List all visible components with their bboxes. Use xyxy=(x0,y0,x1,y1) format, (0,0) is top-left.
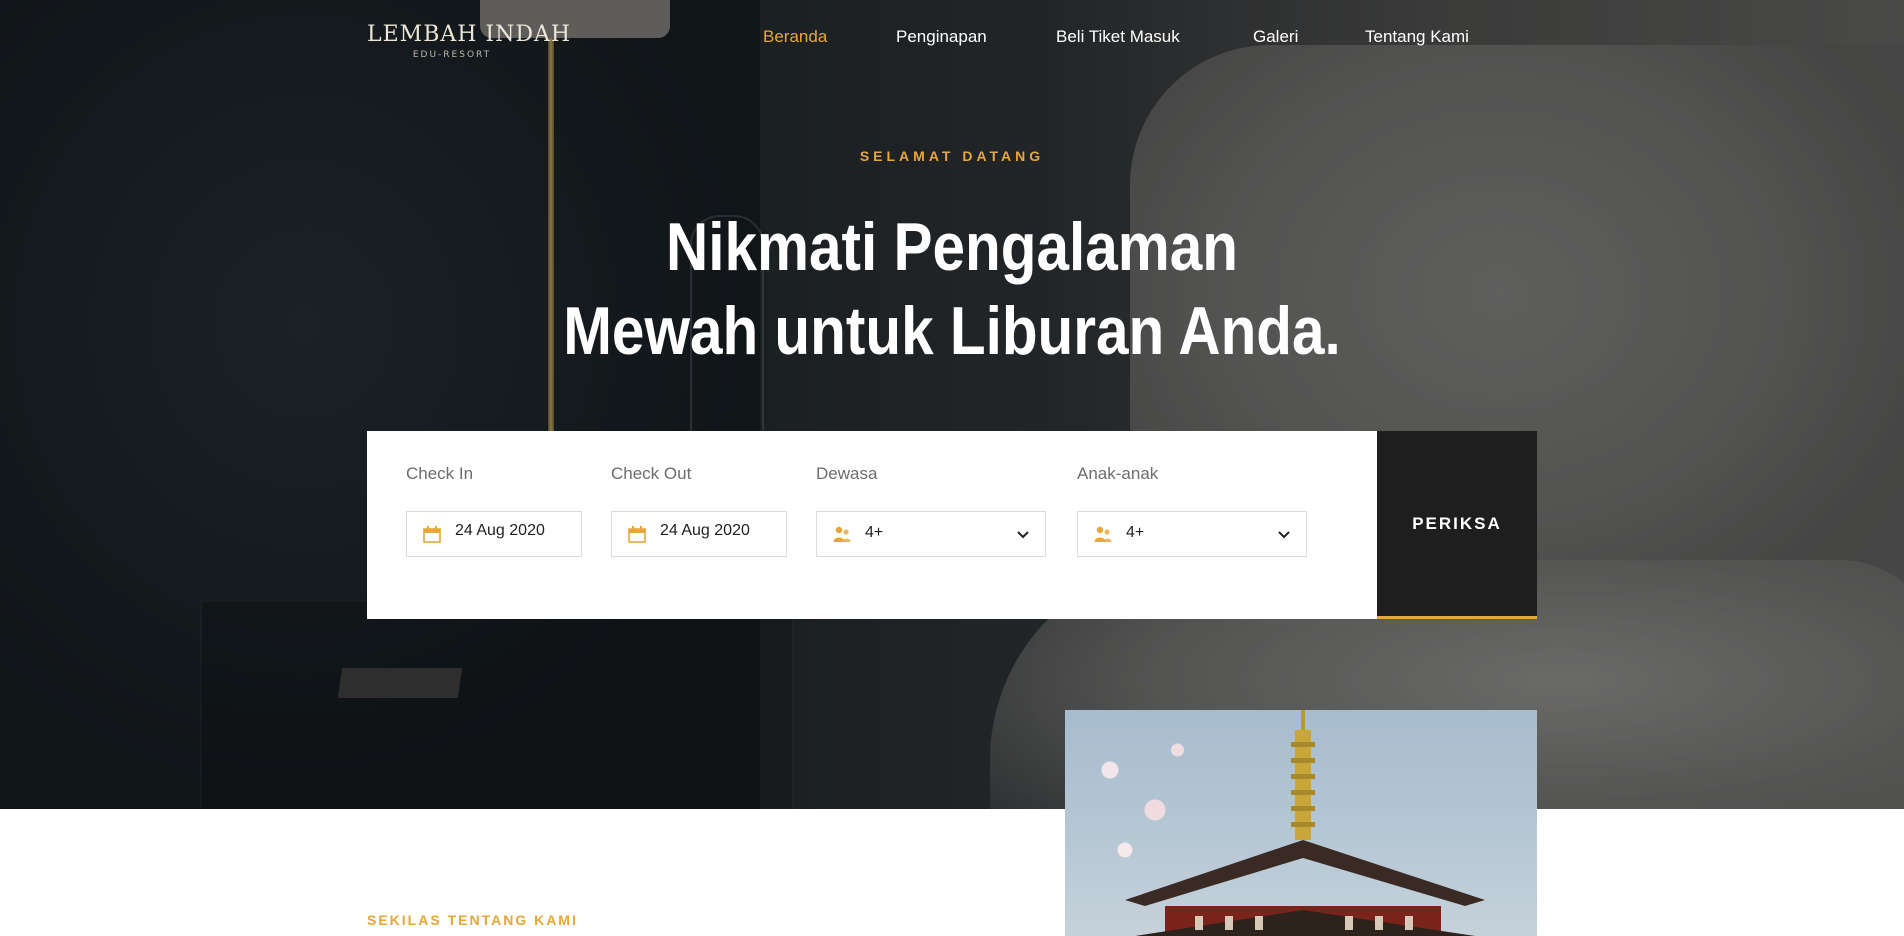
children-label: Anak-anak xyxy=(1077,464,1159,483)
photo-pagoda xyxy=(1125,710,1485,936)
people-icon xyxy=(1094,526,1112,542)
nav-item-beli-tiket-masuk[interactable]: Beli Tiket Masuk xyxy=(1056,27,1180,47)
site-logo[interactable]: LEMBAH INDAH EDU-RESORT xyxy=(367,22,572,62)
adults-label: Dewasa xyxy=(816,464,878,483)
chevron-down-icon xyxy=(1017,531,1029,539)
chevron-down-icon xyxy=(1278,531,1290,539)
booking-form: Check In 24 Aug 2020 Check Out 24 Aug 20… xyxy=(367,431,1537,619)
check-availability-button[interactable]: PERIKSA xyxy=(1377,431,1537,619)
nav-item-galeri[interactable]: Galeri xyxy=(1253,27,1298,47)
nav-item-penginapan[interactable]: Penginapan xyxy=(896,27,987,47)
hero-headline-line1: Nikmati Pengalaman xyxy=(665,209,1239,285)
check-in-label: Check In xyxy=(406,464,474,483)
logo-tagline: EDU-RESORT xyxy=(412,50,492,60)
check-out-label: Check Out xyxy=(611,464,692,483)
people-icon xyxy=(833,526,851,542)
adults-select[interactable]: 4+ xyxy=(816,511,1046,557)
nav-item-beranda[interactable]: Beranda xyxy=(763,27,827,47)
nav-item-tentang-kami[interactable]: Tentang Kami xyxy=(1365,27,1469,47)
hero-eyebrow: SELAMAT DATANG xyxy=(859,148,1045,164)
hero-background xyxy=(0,0,1904,809)
calendar-icon xyxy=(423,526,441,543)
adults-value: 4+ xyxy=(865,524,884,541)
check-out-value: 24 Aug 2020 xyxy=(660,522,750,539)
check-out-field[interactable]: 24 Aug 2020 xyxy=(611,511,787,557)
logo-wordmark: LEMBAH INDAH xyxy=(367,22,572,47)
hero-overlay xyxy=(0,0,1904,809)
check-in-value: 24 Aug 2020 xyxy=(455,522,545,539)
children-select[interactable]: 4+ xyxy=(1077,511,1307,557)
children-value: 4+ xyxy=(1126,524,1145,541)
check-in-field[interactable]: 24 Aug 2020 xyxy=(406,511,582,557)
hero-headline-line2: Mewah untuk Liburan Anda. xyxy=(563,293,1341,369)
about-photo xyxy=(1065,710,1537,936)
hero-headline: Nikmati Pengalaman Mewah untuk Liburan A… xyxy=(133,205,1770,373)
about-eyebrow: SEKILAS TENTANG KAMI xyxy=(367,912,578,928)
calendar-icon xyxy=(628,526,646,543)
